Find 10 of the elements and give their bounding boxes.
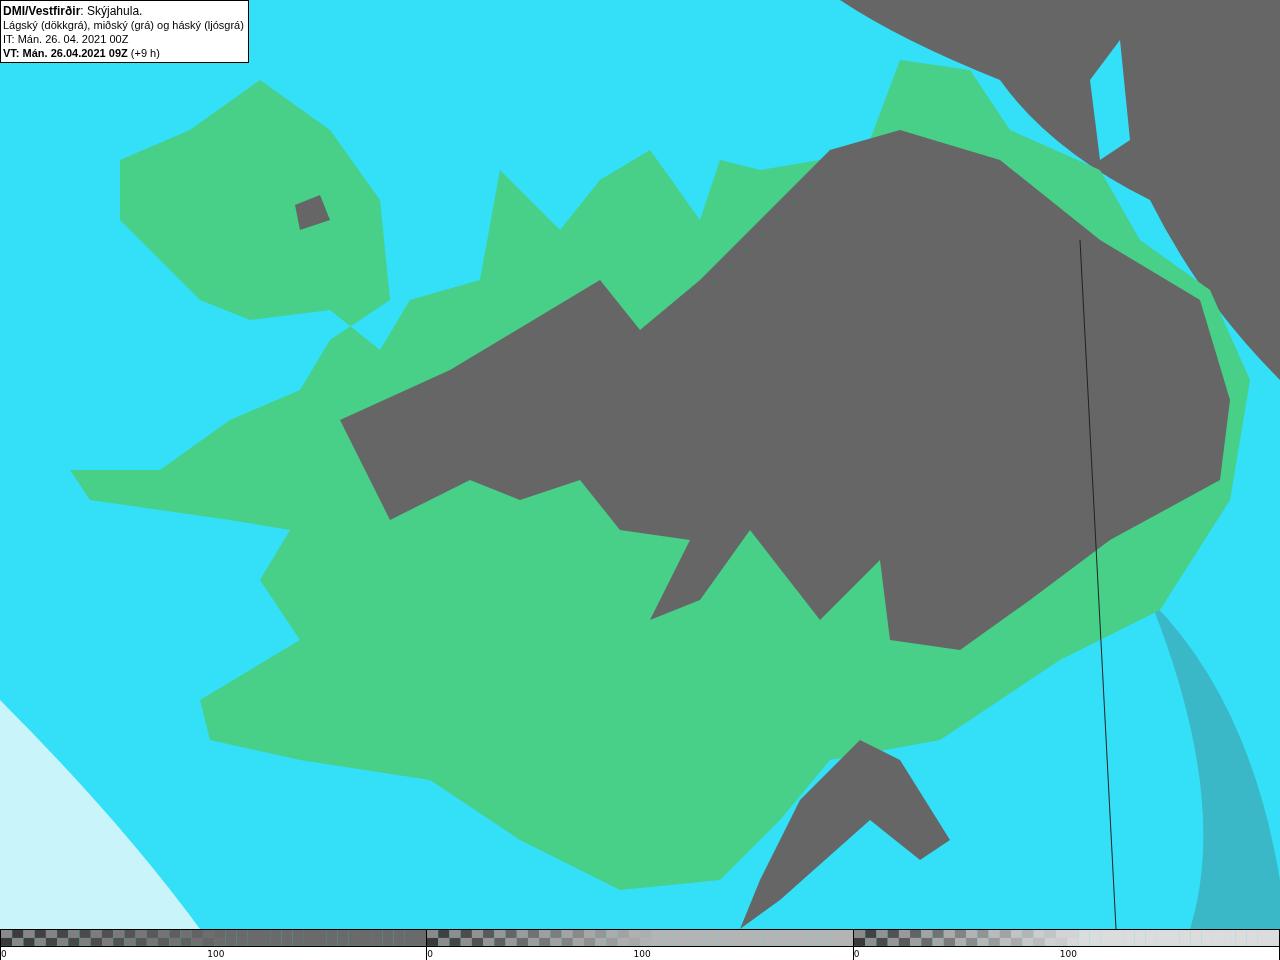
caption-line: DMI/Vestfirðir: Skýjahula. (3, 4, 144, 18)
caption-line: IT: Mán. 26. 04. 2021 00Z (3, 32, 130, 46)
scale-label: 100 (1059, 947, 1078, 960)
scale-label: 0 (1, 947, 7, 960)
caption-line: Lágský (dökkgrá), miðský (grá) og háský (ljósgrá) (3, 18, 244, 32)
scale-label: 0 (853, 947, 860, 960)
scale-label: 100 (207, 947, 225, 960)
caption-line: VT: Mán. 26.04.2021 09Z (+9 h) (3, 46, 161, 60)
scale-label: 0 (427, 947, 434, 960)
scale-label: 100 (633, 947, 651, 960)
